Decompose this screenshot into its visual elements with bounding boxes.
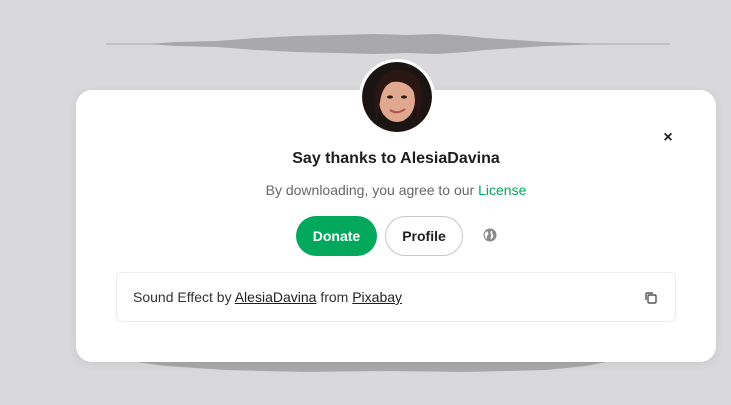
avatar-image <box>362 62 432 132</box>
license-notice-text: By downloading, you agree to our <box>265 182 479 198</box>
donate-button[interactable]: Donate <box>296 216 377 256</box>
close-button[interactable]: × <box>660 130 676 146</box>
author-link[interactable]: AlesiaDavina <box>235 289 317 305</box>
globe-icon <box>483 228 497 242</box>
copy-icon <box>645 292 657 304</box>
waveform-top <box>106 34 670 54</box>
license-link[interactable]: License <box>478 182 526 198</box>
attribution-text: Sound Effect by AlesiaDavina from Pixaba… <box>133 273 402 321</box>
modal-title: Say thanks to AlesiaDavina <box>292 150 500 167</box>
attribution-box: Sound Effect by AlesiaDavina from Pixaba… <box>116 272 676 322</box>
attribution-prefix: Sound Effect by <box>133 289 235 305</box>
profile-button[interactable]: Profile <box>385 216 463 256</box>
globe-button[interactable] <box>482 227 498 243</box>
close-icon: × <box>663 129 673 146</box>
author-avatar[interactable] <box>359 59 435 135</box>
source-link[interactable]: Pixabay <box>352 289 402 305</box>
attribution-middle: from <box>316 289 353 305</box>
copy-attribution-button[interactable] <box>643 290 659 306</box>
license-notice: By downloading, you agree to our License <box>76 182 716 198</box>
